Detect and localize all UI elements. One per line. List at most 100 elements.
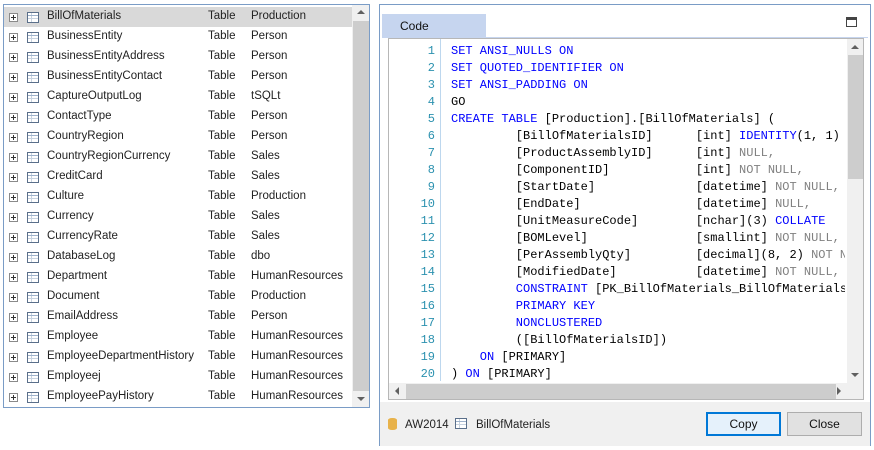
object-list-scrollbar[interactable] xyxy=(352,5,369,407)
table-row[interactable]: Employee Table HumanResources xyxy=(4,327,352,347)
line-number: 16 xyxy=(420,299,435,313)
expand-icon[interactable] xyxy=(9,153,18,162)
expand-icon[interactable] xyxy=(9,113,18,122)
table-row[interactable]: CurrencyRate Table Sales xyxy=(4,227,352,247)
expand-icon[interactable] xyxy=(9,333,18,342)
object-name: EmailAddress xyxy=(47,310,118,322)
table-row[interactable]: CreditCard Table Sales xyxy=(4,167,352,187)
code-muted-token: NOT NULL, xyxy=(775,265,840,279)
object-schema: Person xyxy=(251,50,288,62)
table-row[interactable]: CountryRegionCurrency Table Sales xyxy=(4,147,352,167)
code-keyword: ON xyxy=(451,350,495,364)
table-row[interactable]: Document Table Production xyxy=(4,287,352,307)
code-token: (1, 1) xyxy=(796,129,845,143)
expand-icon[interactable] xyxy=(9,53,18,62)
scroll-up-arrow-icon[interactable] xyxy=(851,45,859,49)
code-token: [BillOfMaterialsID] [int] xyxy=(451,129,740,143)
maximize-icon[interactable] xyxy=(846,17,857,27)
scroll-down-arrow-icon[interactable] xyxy=(357,397,365,401)
table-icon xyxy=(27,332,39,343)
expand-icon[interactable] xyxy=(9,273,18,282)
close-button[interactable]: Close xyxy=(787,412,862,436)
copy-button[interactable]: Copy xyxy=(706,412,781,436)
code-muted-token: NULL, xyxy=(739,146,776,160)
line-number: 15 xyxy=(420,282,435,296)
code-keyword: COLLATE xyxy=(775,214,826,228)
code-text-area[interactable]: SET ANSI_NULLS ON SET QUOTED_IDENTIFIER O… xyxy=(451,39,845,383)
table-row[interactable]: DatabaseLog Table dbo xyxy=(4,247,352,267)
table-row[interactable]: EmployeeDepartmentHistory Table HumanResou… xyxy=(4,347,352,367)
code-line: [ProductAssemblyID] [int] NULL, xyxy=(451,146,775,160)
expand-icon[interactable] xyxy=(9,93,18,102)
expand-icon[interactable] xyxy=(9,13,18,22)
expand-icon[interactable] xyxy=(9,213,18,222)
line-number: 2 xyxy=(427,61,435,75)
scrollbar-thumb[interactable] xyxy=(353,21,369,391)
code-token: [ComponentID] [int] xyxy=(451,163,740,177)
table-row[interactable]: EmailAddress Table Person xyxy=(4,307,352,327)
expand-icon[interactable] xyxy=(9,353,18,362)
table-row[interactable]: Employeej Table HumanResources xyxy=(4,367,352,387)
line-number: 10 xyxy=(420,197,435,211)
table-icon xyxy=(27,212,39,223)
expand-icon[interactable] xyxy=(9,393,18,402)
expand-icon[interactable] xyxy=(9,313,18,322)
expand-icon[interactable] xyxy=(9,33,18,42)
table-row[interactable]: BillOfMaterials Table Production xyxy=(4,7,352,27)
scroll-left-arrow-icon[interactable] xyxy=(395,387,399,395)
object-name: BusinessEntity xyxy=(47,30,123,42)
object-type: Table xyxy=(208,370,236,382)
code-token: GO xyxy=(451,95,466,109)
table-row[interactable]: EmployeePayHistory Table HumanResources xyxy=(4,387,352,407)
line-number: 11 xyxy=(420,214,435,228)
code-token: [StartDate] [datetime] xyxy=(451,180,776,194)
table-row[interactable]: Culture Table Production xyxy=(4,187,352,207)
object-schema: tSQLt xyxy=(251,90,281,102)
table-row[interactable]: Department Table HumanResources xyxy=(4,267,352,287)
code-token: [BOMLevel] [smallint] xyxy=(451,231,776,245)
code-editor[interactable]: 1 2 3 4 5 6 7 8 9 10 11 12 13 14 15 16 17 18 19 20 SET ANSI… xyxy=(388,38,864,400)
scroll-up-arrow-icon[interactable] xyxy=(357,10,365,14)
object-schema: HumanResources xyxy=(251,330,344,342)
line-number: 6 xyxy=(427,129,435,143)
code-horizontal-scrollbar[interactable] xyxy=(389,383,847,399)
expand-icon[interactable] xyxy=(9,133,18,142)
code-line: [ComponentID] [int] NOT NULL, xyxy=(451,163,804,177)
code-token: [ProductAssemblyID] [int] xyxy=(451,146,740,160)
table-row[interactable]: CountryRegion Table Person xyxy=(4,127,352,147)
tab-code[interactable]: Code xyxy=(382,14,486,37)
object-type: Table xyxy=(208,110,236,122)
table-icon xyxy=(27,12,39,23)
table-icon xyxy=(455,418,467,429)
expand-icon[interactable] xyxy=(9,73,18,82)
code-line: CREATE TABLE [Production].[BillOfMateria… xyxy=(451,112,775,126)
object-schema: Person xyxy=(251,310,288,322)
expand-icon[interactable] xyxy=(9,293,18,302)
expand-icon[interactable] xyxy=(9,193,18,202)
expand-icon[interactable] xyxy=(9,173,18,182)
code-keyword: CREATE TABLE xyxy=(451,112,538,126)
code-line: [PerAssemblyQty] [decimal](8, 2) NOT NUL… xyxy=(451,248,845,262)
table-row[interactable]: ContactType Table Person xyxy=(4,107,352,127)
expand-icon[interactable] xyxy=(9,373,18,382)
code-line: [UnitMeasureCode] [nchar](3) COLLATE xyxy=(451,214,826,228)
table-row[interactable]: Currency Table Sales xyxy=(4,207,352,227)
expand-icon[interactable] xyxy=(9,253,18,262)
scroll-down-arrow-icon[interactable] xyxy=(851,373,859,377)
scrollbar-thumb[interactable] xyxy=(848,55,863,179)
object-name: Employeej xyxy=(47,370,101,382)
table-row[interactable]: BusinessEntity Table Person xyxy=(4,27,352,47)
table-row[interactable]: BusinessEntityAddress Table Person xyxy=(4,47,352,67)
object-name: DatabaseLog xyxy=(47,250,116,262)
table-icon xyxy=(27,312,39,323)
code-vertical-scrollbar[interactable] xyxy=(847,39,863,383)
table-row[interactable]: CaptureOutputLog Table tSQLt xyxy=(4,87,352,107)
table-icon xyxy=(27,392,39,403)
table-row[interactable]: BusinessEntityContact Table Person xyxy=(4,67,352,87)
scrollbar-thumb[interactable] xyxy=(406,384,836,399)
object-schema: Person xyxy=(251,70,288,82)
expand-icon[interactable] xyxy=(9,233,18,242)
table-icon xyxy=(27,172,39,183)
object-name: Currency xyxy=(47,210,94,222)
scroll-right-arrow-icon[interactable] xyxy=(837,387,841,395)
